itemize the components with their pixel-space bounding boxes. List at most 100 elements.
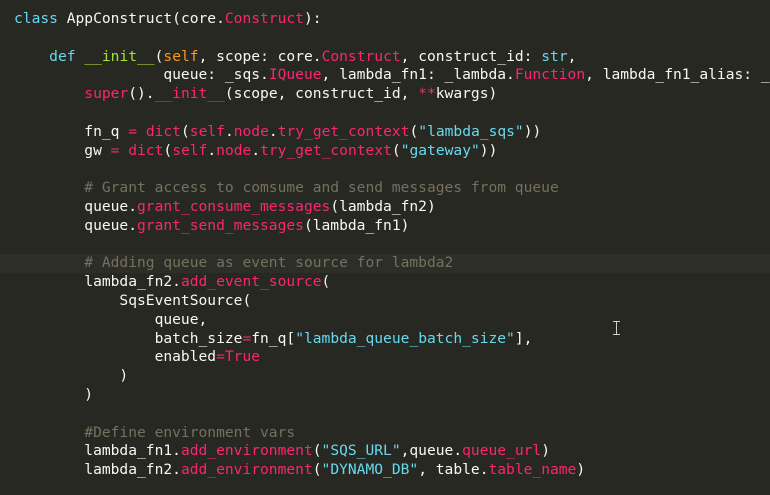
code-token: lambda_fn2. — [14, 461, 181, 479]
code-token: . — [207, 141, 217, 159]
code-editor[interactable]: class AppConstruct(core.Construct): def … — [0, 0, 770, 495]
code-line[interactable]: super().__init__(scope, construct_id, **… — [14, 85, 770, 104]
code-line[interactable] — [14, 405, 770, 424]
code-token: dict — [128, 141, 164, 159]
code-line[interactable]: gw = dict(self.node.try_get_context("gat… — [14, 142, 770, 161]
code-token: )) — [479, 141, 498, 159]
code-token: "DYNAMO_DB" — [321, 461, 419, 479]
code-token: enabled — [14, 348, 217, 366]
code-token: Construct — [224, 10, 304, 27]
code-line[interactable]: fn_q = dict(self.node.try_get_context("l… — [14, 123, 770, 142]
code-token: SqsEventSource( — [14, 291, 252, 309]
code-token: node — [233, 122, 269, 140]
code-token: lambda_fn2. — [14, 273, 181, 291]
code-token: ( — [180, 122, 190, 140]
code-token: (core. — [172, 10, 225, 27]
code-token: ( — [321, 273, 331, 291]
code-token: dict — [145, 122, 181, 140]
code-token: add_environment — [180, 461, 313, 479]
code-token: queue. — [14, 197, 138, 215]
code-token: # Grant access to comsume and send messa… — [14, 179, 559, 197]
code-token: gw — [14, 141, 111, 159]
code-token: )) — [523, 122, 542, 140]
code-token: ** — [418, 85, 436, 103]
code-token: ], — [514, 329, 533, 347]
code-token: __init__ — [84, 47, 155, 65]
code-token: True — [224, 348, 261, 366]
code-token: . — [268, 122, 278, 140]
code-line[interactable]: lambda_fn1.add_environment("SQS_URL",que… — [14, 442, 770, 461]
code-token: node — [216, 141, 252, 159]
code-token: IQueue — [268, 66, 322, 84]
code-token: ): — [303, 10, 322, 27]
code-token: "gateway" — [400, 141, 480, 159]
code-token: ,queue. — [400, 442, 463, 460]
code-token: self — [189, 122, 225, 140]
code-token: ) — [14, 385, 94, 403]
code-token: fn_q[ — [251, 329, 296, 347]
code-token: ( — [312, 442, 322, 460]
code-line[interactable]: #Define environment vars — [14, 424, 770, 443]
code-token: Construct — [321, 47, 401, 65]
code-line[interactable]: lambda_fn2.add_environment("DYNAMO_DB", … — [14, 461, 770, 480]
code-token: , — [567, 47, 577, 65]
code-token: self — [163, 47, 199, 65]
code-token: = — [242, 329, 252, 347]
code-token: . — [224, 122, 234, 140]
code-token: queue: _sqs. — [14, 66, 269, 84]
code-line[interactable]: # Adding queue as event source for lambd… — [0, 254, 770, 274]
code-token: . — [251, 141, 261, 159]
code-token: , lambda_fn1_alias: _ — [585, 66, 770, 84]
code-token: queue, — [14, 310, 208, 328]
code-line[interactable]: queue.grant_consume_messages(lambda_fn2) — [14, 198, 770, 217]
text-cursor-icon — [612, 320, 622, 338]
code-line[interactable]: class AppConstruct(core.Construct): — [14, 10, 770, 29]
code-token: #Define environment vars — [14, 423, 296, 441]
code-line[interactable]: ) — [14, 386, 770, 405]
code-token: "lambda_sqs" — [418, 122, 524, 140]
code-token: ( — [409, 122, 419, 140]
code-token: , table. — [418, 461, 489, 479]
code-token: ( — [163, 141, 173, 159]
code-token: try_get_context — [260, 141, 392, 159]
code-token: table_name — [488, 461, 577, 479]
code-line[interactable]: queue: _sqs.IQueue, lambda_fn1: _lambda.… — [14, 66, 770, 85]
code-line[interactable] — [14, 104, 770, 123]
code-token: try_get_context — [277, 122, 410, 140]
code-line[interactable]: queue.grant_send_messages(lambda_fn1) — [14, 217, 770, 236]
code-line[interactable]: ) — [14, 367, 770, 386]
code-line[interactable] — [14, 29, 770, 48]
code-token: ) — [576, 461, 586, 479]
code-line[interactable]: batch_size=fn_q["lambda_queue_batch_size… — [14, 330, 770, 349]
code-token: batch_size — [14, 329, 243, 347]
code-line[interactable]: queue, — [14, 311, 770, 330]
code-token: Function — [514, 66, 586, 84]
code-line[interactable]: enabled=True — [14, 348, 770, 367]
code-line[interactable] — [14, 160, 770, 179]
code-token: super — [84, 85, 129, 103]
code-token: (). — [128, 85, 155, 103]
code-token: ) — [541, 442, 550, 460]
code-token: ( — [391, 141, 401, 159]
code-line[interactable] — [14, 236, 770, 255]
code-token: = — [216, 348, 225, 366]
code-line[interactable]: SqsEventSource( — [14, 292, 770, 311]
code-token: grant_send_messages — [137, 216, 304, 234]
code-token: "SQS_URL" — [321, 442, 401, 460]
code-token: queue_url — [462, 442, 542, 460]
code-token: self — [172, 141, 208, 159]
code-token: (lambda_fn2) — [330, 197, 436, 215]
code-token: , construct_id: — [400, 47, 542, 65]
code-token: , scope: core. — [198, 47, 322, 65]
code-line[interactable]: def __init__(self, scope: core.Construct… — [14, 48, 770, 67]
code-area[interactable]: class AppConstruct(core.Construct): def … — [0, 10, 770, 480]
code-token: (scope, construct_id, — [224, 85, 419, 103]
code-line[interactable]: # Grant access to comsume and send messa… — [14, 179, 770, 198]
code-token: grant_consume_messages — [137, 197, 331, 215]
code-token: ( — [312, 461, 322, 479]
code-line[interactable]: lambda_fn2.add_event_source( — [14, 273, 770, 292]
